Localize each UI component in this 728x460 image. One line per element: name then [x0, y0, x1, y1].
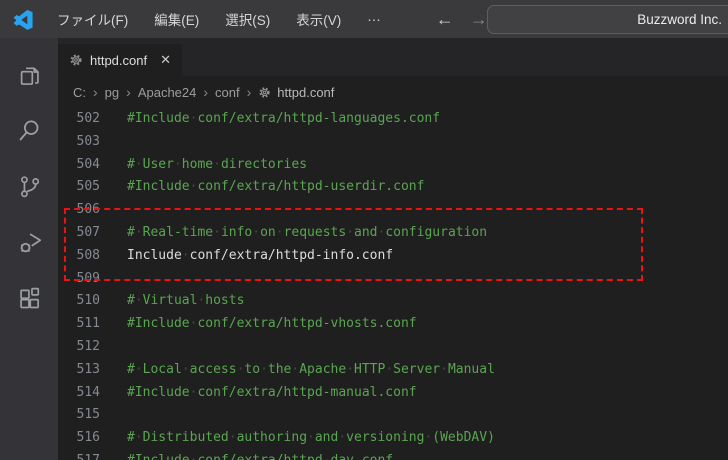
breadcrumb-segment[interactable]: C:: [73, 85, 86, 100]
line-number: 510: [58, 290, 112, 313]
code-line[interactable]: 505 #Include·conf/extra/httpd-userdir.con…: [58, 176, 728, 199]
breadcrumb: C: › pg › Apache24 › conf › httpd.conf: [58, 76, 728, 108]
activity-item-explorer[interactable]: [5, 46, 53, 102]
code-line[interactable]: 511 #Include·conf/extra/httpd-vhosts.conf: [58, 313, 728, 336]
code-line[interactable]: 508 Include·conf/extra/httpd-info.conf: [58, 245, 728, 268]
breadcrumb-segment[interactable]: pg: [105, 85, 119, 100]
line-number: 516: [58, 427, 112, 450]
menu-file[interactable]: ファイル(F): [44, 0, 141, 38]
line-text: #Include·conf/extra/httpd-manual.conf: [127, 382, 417, 405]
menubar: ファイル(F)編集(E)選択(S)表示(V)···: [44, 0, 394, 38]
config-file-gear-icon: [258, 86, 271, 99]
line-number: 505: [58, 176, 112, 199]
code-line[interactable]: 517 #Include·conf/extra/httpd-dav.conf: [58, 450, 728, 460]
breadcrumb-separator-icon: ›: [203, 84, 208, 100]
history-back-icon[interactable]: ←: [436, 10, 454, 28]
activity-item-extensions[interactable]: [5, 270, 53, 326]
source-control-branch-icon: [16, 173, 43, 200]
line-number: 503: [58, 131, 112, 154]
breadcrumb-file[interactable]: httpd.conf: [258, 85, 334, 100]
vscode-logo-icon: [13, 9, 34, 30]
activity-item-run-debug[interactable]: [5, 214, 53, 270]
line-number: 509: [58, 268, 112, 291]
line-text: #·Distributed·authoring·and·versioning·(…: [127, 427, 495, 450]
code-line[interactable]: 516 #·Distributed·authoring·and·versionin…: [58, 427, 728, 450]
line-number: 513: [58, 359, 112, 382]
line-number: 502: [58, 108, 112, 131]
code-line[interactable]: 515: [58, 404, 728, 427]
workspace-title: Buzzword Inc.: [637, 12, 722, 27]
line-number: 508: [58, 245, 112, 268]
line-text: #·Real-time·info·on·requests·and·configu…: [127, 222, 487, 245]
search-icon: [16, 117, 43, 144]
tab-httpd-conf[interactable]: httpd.conf ✕: [58, 44, 183, 76]
history-forward-icon[interactable]: →: [470, 10, 488, 28]
extensions-icon: [16, 285, 43, 312]
code-editor[interactable]: 502 #Include·conf/extra/httpd-languages.c…: [58, 108, 728, 460]
breadcrumb-segment[interactable]: Apache24: [138, 85, 197, 100]
code-line[interactable]: 510 #·Virtual·hosts: [58, 290, 728, 313]
breadcrumb-file-label: httpd.conf: [277, 85, 334, 100]
activity-item-search[interactable]: [5, 102, 53, 158]
line-number: 514: [58, 382, 112, 405]
line-text: #Include·conf/extra/httpd-vhosts.conf: [127, 313, 417, 336]
config-file-gear-icon: [69, 53, 83, 67]
tab-bar: httpd.conf ✕: [58, 38, 728, 76]
titlebar: ファイル(F)編集(E)選択(S)表示(V)··· ← → Buzzword I…: [0, 0, 728, 38]
menu-edit[interactable]: 編集(E): [141, 0, 212, 38]
line-number: 506: [58, 199, 112, 222]
code-line[interactable]: 502 #Include·conf/extra/httpd-languages.c…: [58, 108, 728, 131]
code-line[interactable]: 507 #·Real-time·info·on·requests·and·conf…: [58, 222, 728, 245]
menu-view[interactable]: 表示(V): [283, 0, 354, 38]
files-icon: [16, 61, 43, 88]
code-line[interactable]: 504 #·User·home·directories: [58, 154, 728, 177]
line-number: 517: [58, 450, 112, 460]
line-number: 512: [58, 336, 112, 359]
line-text: Include·conf/extra/httpd-info.conf: [127, 245, 393, 268]
line-number: 507: [58, 222, 112, 245]
code-line[interactable]: 509: [58, 268, 728, 291]
breadcrumb-separator-icon: ›: [126, 84, 131, 100]
code-line[interactable]: 503: [58, 131, 728, 154]
line-text: #·Virtual·hosts: [127, 290, 244, 313]
history-nav: ← →: [436, 10, 488, 28]
line-number: 515: [58, 404, 112, 427]
code-line[interactable]: 506: [58, 199, 728, 222]
activity-item-source-control[interactable]: [5, 158, 53, 214]
command-center-search[interactable]: Buzzword Inc.: [487, 5, 728, 34]
tab-close-icon[interactable]: ✕: [160, 52, 171, 68]
vscode-window: ファイル(F)編集(E)選択(S)表示(V)··· ← → Buzzword I…: [0, 0, 728, 460]
line-text: #·Local·access·to·the·Apache·HTTP·Server…: [127, 359, 495, 382]
code-line[interactable]: 514 #Include·conf/extra/httpd-manual.conf: [58, 382, 728, 405]
activity-bar: [0, 38, 58, 460]
code-line[interactable]: 512: [58, 336, 728, 359]
line-number: 504: [58, 154, 112, 177]
menu-selection[interactable]: 選択(S): [212, 0, 283, 38]
line-number: 511: [58, 313, 112, 336]
code-line[interactable]: 513 #·Local·access·to·the·Apache·HTTP·Ser…: [58, 359, 728, 382]
debug-play-bug-icon: [16, 229, 43, 256]
line-text: #Include·conf/extra/httpd-userdir.conf: [127, 176, 424, 199]
menu-more[interactable]: ···: [354, 0, 394, 38]
line-text: #Include·conf/extra/httpd-languages.conf: [127, 108, 440, 131]
tab-label: httpd.conf: [90, 53, 147, 68]
breadcrumb-separator-icon: ›: [93, 84, 98, 100]
line-text: #·User·home·directories: [127, 154, 307, 177]
breadcrumb-separator-icon: ›: [247, 84, 252, 100]
line-text: #Include·conf/extra/httpd-dav.conf: [127, 450, 393, 460]
breadcrumb-segment[interactable]: conf: [215, 85, 240, 100]
